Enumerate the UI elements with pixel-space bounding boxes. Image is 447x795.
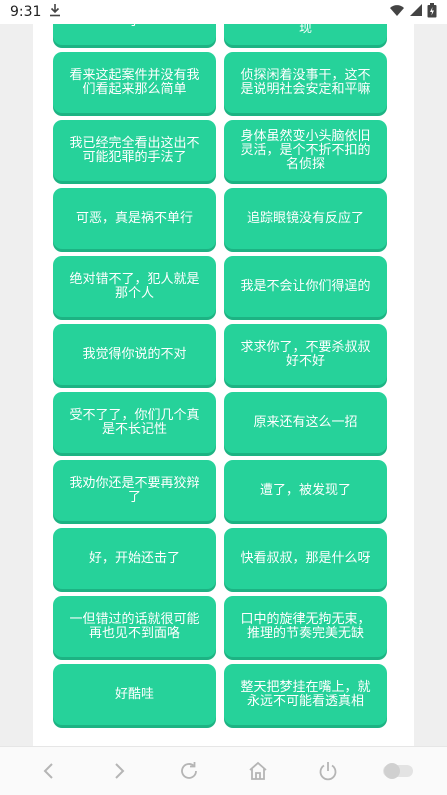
quote-button[interactable]: 身体虽然变小头脑依旧灵活，是个不折不扣的名侦探: [224, 120, 387, 181]
button-row: 我劝你还是不要再狡辩了 遭了，被发现了: [53, 460, 387, 528]
back-button[interactable]: [29, 751, 69, 791]
quote-button[interactable]: 一但错过的话就很可能再也见不到面咯: [53, 596, 216, 657]
status-right: [389, 2, 437, 22]
button-row: 绝对错不了，犯人就是那个人 我是不会让你们得逞的: [53, 256, 387, 324]
quote-button[interactable]: 受不了了，你们几个真是不长记性: [53, 392, 216, 453]
refresh-button[interactable]: [169, 751, 209, 791]
button-row: 我已经完全看出这出不可能犯罪的手法了 身体虽然变小头脑依旧灵活，是个不折不扣的名…: [53, 120, 387, 188]
quote-button[interactable]: 快看叔叔，那是什么呀: [224, 528, 387, 589]
button-row: 看来这起案件并没有我们看起来那么简单 侦探闲着没事干，这不是说明社会安定和平嘛: [53, 52, 387, 120]
content-area[interactable]: 么可能每次碰巧遇上案子 的事物，只要用心观察，就一定会有新的发现 看来这起案件并…: [0, 24, 447, 746]
quote-button[interactable]: 我已经完全看出这出不可能犯罪的手法了: [53, 120, 216, 181]
quote-button[interactable]: 遭了，被发现了: [224, 460, 387, 521]
battery-icon: [427, 2, 437, 22]
button-row: 一但错过的话就很可能再也见不到面咯 口中的旋律无拘无束，推理的节奏完美无缺: [53, 596, 387, 664]
quote-button[interactable]: 我觉得你说的不对: [53, 324, 216, 385]
quote-button[interactable]: 我劝你还是不要再狡辩了: [53, 460, 216, 521]
back-icon: [43, 763, 53, 779]
button-row: 好酷哇 整天把梦挂在嘴上，就永远不可能看透真相: [53, 664, 387, 732]
refresh-icon: [180, 762, 197, 779]
power-icon: [319, 762, 337, 781]
signal-icon: [409, 3, 423, 21]
quote-button[interactable]: 么可能每次碰巧遇上案子: [53, 24, 216, 45]
quote-button[interactable]: 整天把梦挂在嘴上，就永远不可能看透真相: [224, 664, 387, 725]
quote-button[interactable]: 追踪眼镜没有反应了: [224, 188, 387, 249]
quote-button[interactable]: 绝对错不了，犯人就是那个人: [53, 256, 216, 317]
quote-button[interactable]: 好酷哇: [53, 664, 216, 725]
status-left: 9:31: [10, 3, 61, 21]
quote-button[interactable]: 好，开始还击了: [53, 528, 216, 589]
quote-button[interactable]: 看来这起案件并没有我们看起来那么简单: [53, 52, 216, 113]
quote-button[interactable]: 的事物，只要用心观察，就一定会有新的发现: [224, 24, 387, 45]
quote-button[interactable]: 可恶，真是祸不单行: [53, 188, 216, 249]
toggle-icon: [383, 763, 414, 779]
browser-nav-bar: [0, 746, 447, 795]
night-mode-toggle[interactable]: [378, 751, 418, 791]
forward-icon: [115, 763, 125, 779]
quote-button[interactable]: 侦探闲着没事干，这不是说明社会安定和平嘛: [224, 52, 387, 113]
button-row: 好，开始还击了 快看叔叔，那是什么呀: [53, 528, 387, 596]
button-row: 受不了了，你们几个真是不长记性 原来还有这么一招: [53, 392, 387, 460]
status-bar: 9:31: [0, 0, 447, 24]
quote-button[interactable]: 求求你了，不要杀叔叔好不好: [224, 324, 387, 385]
status-time: 9:31: [10, 4, 42, 20]
quote-button[interactable]: 我是不会让你们得逞的: [224, 256, 387, 317]
wifi-icon: [389, 3, 405, 21]
download-icon: [49, 3, 61, 21]
home-button[interactable]: [238, 751, 278, 791]
forward-button[interactable]: [99, 751, 139, 791]
quote-button[interactable]: 原来还有这么一招: [224, 392, 387, 453]
home-icon: [249, 761, 267, 780]
button-row: 我觉得你说的不对 求求你了，不要杀叔叔好不好: [53, 324, 387, 392]
quote-button-grid: 么可能每次碰巧遇上案子 的事物，只要用心观察，就一定会有新的发现 看来这起案件并…: [53, 24, 387, 732]
quote-button[interactable]: 口中的旋律无拘无束，推理的节奏完美无缺: [224, 596, 387, 657]
button-row: 可恶，真是祸不单行 追踪眼镜没有反应了: [53, 188, 387, 256]
power-button[interactable]: [308, 751, 348, 791]
button-row: 么可能每次碰巧遇上案子 的事物，只要用心观察，就一定会有新的发现: [53, 24, 387, 52]
